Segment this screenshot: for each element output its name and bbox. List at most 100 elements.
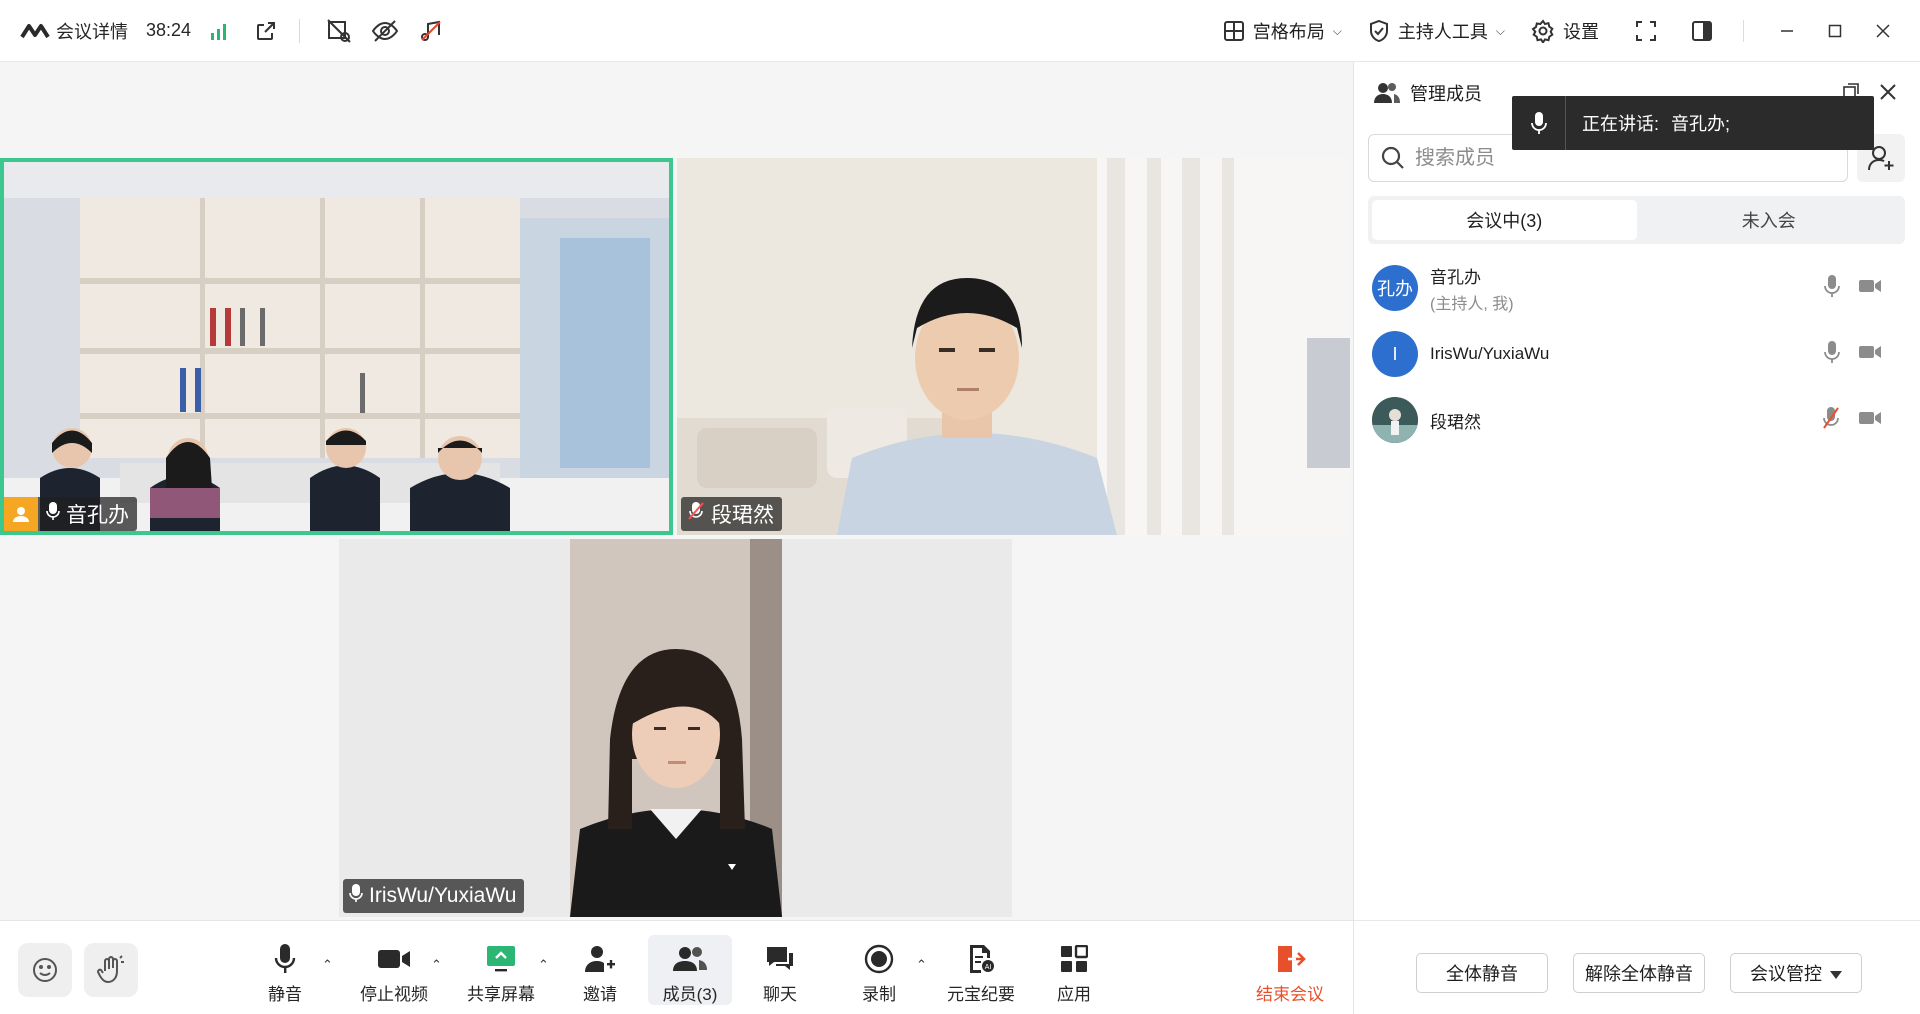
layout-menu-button[interactable]: 宫格布局 ⌵ xyxy=(1223,18,1342,44)
record-options-caret[interactable]: ⌃ xyxy=(916,957,927,973)
video-options-caret[interactable]: ⌃ xyxy=(431,957,442,973)
share-options-caret[interactable]: ⌃ xyxy=(538,957,549,973)
shield-check-icon xyxy=(1369,19,1388,43)
member-row[interactable]: 段珺然 xyxy=(1372,394,1902,446)
search-icon xyxy=(1381,146,1404,169)
settings-label: 设置 xyxy=(1563,22,1599,42)
hand-icon xyxy=(97,955,124,984)
host-badge-icon xyxy=(4,497,38,531)
microphone-icon xyxy=(274,942,296,976)
tab-in-meeting[interactable]: 会议中(3) xyxy=(1372,200,1637,240)
title-bar-right: 宫格布局 ⌵ 主持人工具 ⌵ 设置 xyxy=(1223,0,1920,62)
member-controls xyxy=(1822,406,1882,435)
record-button[interactable]: 录制 xyxy=(837,935,921,1005)
ai-summary-button[interactable]: AI 元宝纪要 xyxy=(939,935,1023,1005)
invite-button[interactable]: 邀请 xyxy=(558,935,642,1005)
participant-video xyxy=(0,158,673,535)
mic-icon[interactable] xyxy=(1824,274,1840,303)
mute-all-button[interactable]: 全体静音 xyxy=(1416,953,1548,993)
raise-hand-button[interactable] xyxy=(84,943,138,997)
close-panel-icon[interactable] xyxy=(1874,78,1902,106)
member-tabs: 会议中(3) 未入会 xyxy=(1368,196,1905,244)
settings-button[interactable]: 设置 xyxy=(1531,18,1599,44)
ai-summary-label: 元宝纪要 xyxy=(947,985,1015,1004)
gear-icon xyxy=(1531,19,1554,43)
members-label: 成员(3) xyxy=(662,985,718,1004)
record-icon xyxy=(864,942,894,976)
whiteboard-off-icon[interactable] xyxy=(322,14,356,48)
chat-icon xyxy=(765,942,795,976)
title-bar: 会议详情 38:24 宫格布局 ⌵ 主持人工具 ⌵ 设置 xyxy=(0,0,1920,62)
close-window-icon[interactable] xyxy=(1862,10,1904,52)
open-external-icon[interactable] xyxy=(249,14,283,48)
mic-icon xyxy=(349,883,363,909)
fullscreen-icon[interactable] xyxy=(1625,10,1667,52)
video-camera-icon[interactable] xyxy=(1858,278,1882,299)
members-panel-footer: 全体静音 解除全体静音 会议管控 xyxy=(1354,920,1920,1014)
host-tools-button[interactable]: 主持人工具 ⌵ xyxy=(1368,18,1505,44)
signal-strength-icon[interactable] xyxy=(203,14,237,48)
share-screen-button[interactable]: 共享屏幕 xyxy=(459,935,543,1005)
end-meeting-button[interactable]: 结束会议 xyxy=(1246,935,1334,1005)
mic-muted-icon[interactable] xyxy=(1822,406,1840,435)
app-logo-icon xyxy=(20,21,52,41)
participant-name: IrisWu/YuxiaWu xyxy=(369,884,517,907)
video-tile[interactable]: IrisWu/YuxiaWu xyxy=(339,539,1012,917)
member-row[interactable]: 孔办 音孔办 (主持人, 我) xyxy=(1372,262,1902,314)
stop-video-label: 停止视频 xyxy=(360,985,428,1004)
stop-video-button[interactable]: 停止视频 xyxy=(352,935,436,1005)
members-panel-title: 管理成员 xyxy=(1410,84,1482,104)
video-camera-icon[interactable] xyxy=(1858,410,1882,431)
mute-button[interactable]: 静音 xyxy=(243,935,327,1005)
sidebar-toggle-icon[interactable] xyxy=(1681,10,1723,52)
mic-muted-icon xyxy=(687,501,705,527)
view-hidden-icon[interactable] xyxy=(368,14,402,48)
member-role: (主持人, 我) xyxy=(1430,295,1514,313)
video-camera-icon xyxy=(377,942,411,976)
summary-doc-icon: AI xyxy=(967,942,995,976)
mic-icon[interactable] xyxy=(1824,340,1840,369)
meeting-control-label: 会议管控 xyxy=(1750,964,1822,984)
mic-icon xyxy=(46,501,60,527)
avatar xyxy=(1372,397,1418,443)
participant-name: 音孔办 xyxy=(66,504,129,527)
share-screen-icon xyxy=(486,942,516,976)
video-tile[interactable]: 段珺然 xyxy=(677,158,1350,535)
title-separator xyxy=(299,18,301,43)
window-controls-separator xyxy=(1743,20,1744,42)
member-row[interactable]: I IrisWu/YuxiaWu xyxy=(1372,328,1902,380)
avatar: I xyxy=(1372,331,1418,377)
invite-label: 邀请 xyxy=(583,985,617,1004)
minimize-icon[interactable] xyxy=(1766,10,1808,52)
member-name: IrisWu/YuxiaWu xyxy=(1430,344,1550,363)
member-name: 段珺然 xyxy=(1430,412,1481,432)
reaction-button[interactable] xyxy=(18,943,72,997)
host-tools-label: 主持人工具 xyxy=(1397,22,1488,42)
members-icon xyxy=(673,942,707,976)
meeting-timer: 38:24 xyxy=(146,20,192,40)
meeting-toolbar: 静音 ⌃ 停止视频 ⌃ 共享屏幕 ⌃ 邀请 成员(3) 聊天 录制 ⌃ AI 元… xyxy=(0,920,1353,1014)
record-label: 录制 xyxy=(862,985,896,1004)
tab-not-joined[interactable]: 未入会 xyxy=(1637,200,1902,240)
video-tile[interactable]: 音孔办 xyxy=(0,158,673,535)
member-info: 段珺然 xyxy=(1430,408,1481,433)
participant-video xyxy=(570,539,782,917)
share-screen-label: 共享屏幕 xyxy=(467,985,535,1004)
apps-button[interactable]: 应用 xyxy=(1032,935,1116,1005)
title-bar-left: 会议详情 38:24 xyxy=(0,0,448,61)
chat-button[interactable]: 聊天 xyxy=(738,935,822,1005)
maximize-icon[interactable] xyxy=(1814,10,1856,52)
chevron-down-icon: ⌵ xyxy=(1495,23,1505,38)
unmute-all-button[interactable]: 解除全体静音 xyxy=(1573,953,1705,993)
members-panel: 管理成员 会议中(3) 未入会 孔办 音孔办 (主持人, 我) xyxy=(1353,62,1920,1014)
members-button[interactable]: 成员(3) xyxy=(648,935,732,1005)
meeting-control-button[interactable]: 会议管控 xyxy=(1730,953,1862,993)
participant-label: IrisWu/YuxiaWu xyxy=(343,879,525,913)
member-controls xyxy=(1824,274,1882,303)
apps-grid-icon xyxy=(1060,942,1088,976)
meeting-details-link[interactable]: 会议详情 xyxy=(56,18,128,44)
speaking-prefix: 正在讲话: xyxy=(1582,114,1660,134)
mute-options-caret[interactable]: ⌃ xyxy=(322,957,333,973)
music-off-icon[interactable] xyxy=(414,14,448,48)
video-camera-icon[interactable] xyxy=(1858,344,1882,365)
